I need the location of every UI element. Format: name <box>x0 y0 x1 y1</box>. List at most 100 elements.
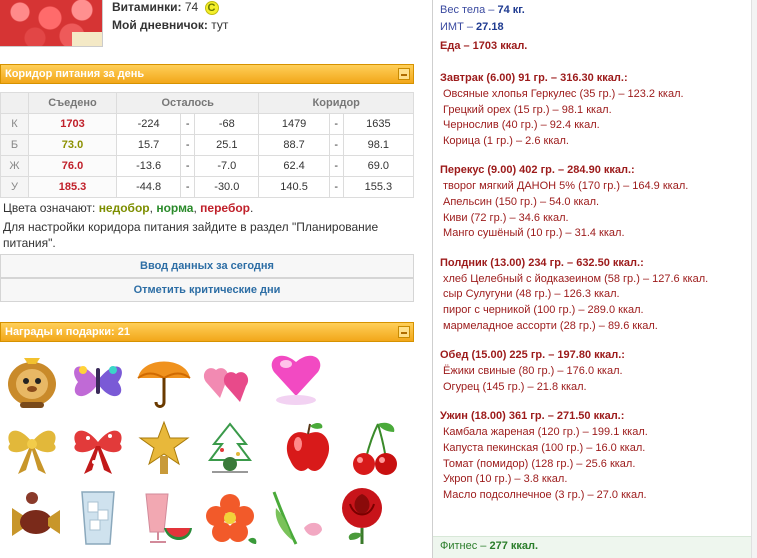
scrollbar[interactable] <box>751 0 757 558</box>
corridor-max: 98.1 <box>342 134 415 156</box>
avatar[interactable] <box>0 0 103 47</box>
legend-norm: норма <box>156 201 194 215</box>
corridor-eaten-value: 1703 <box>28 113 117 135</box>
bmi-value: 27.18 <box>476 21 504 33</box>
corridor-max: 1635 <box>342 113 415 135</box>
corridor-row-label: Ж <box>0 155 29 177</box>
corridor-dash: - <box>180 113 195 135</box>
meal-item: Чернослив (40 гр.) – 92.4 ккал. <box>443 119 600 132</box>
enter-today-data-button[interactable]: Ввод данных за сегодня <box>0 254 414 278</box>
meal-item: Масло подсолнечное (3 гр.) – 27.0 ккал. <box>443 488 647 501</box>
collapse-icon[interactable] <box>398 68 410 80</box>
red-rose-icon[interactable] <box>332 484 392 544</box>
meal-item: Манго сушёный (10 гр.) – 31.4 ккал. <box>443 227 625 240</box>
ice-glass-icon[interactable] <box>68 488 128 548</box>
meal-title: Полдник (13.00) 234 гр. – 632.50 ккал.: <box>440 256 644 269</box>
corridor-left-max: -7.0 <box>194 155 260 177</box>
corridor-eaten-value: 185.3 <box>28 176 117 198</box>
gifts-panel-header: Награды и подарки: 21 <box>0 322 414 342</box>
tulip-icon[interactable] <box>266 488 326 548</box>
meal-item: Корица (1 гр.) – 2.6 ккал. <box>443 134 569 147</box>
red-apple-icon[interactable] <box>278 418 338 478</box>
diary-column: Вес тела – 74 кг. ИМТ – 27.18 Еда – 1703… <box>432 0 757 558</box>
collapse-icon[interactable] <box>398 326 410 338</box>
corridor-left-min: -44.8 <box>115 176 182 198</box>
corridor-panel-header: Коридор питания за день <box>0 64 414 84</box>
corridor-dash: - <box>329 113 344 135</box>
gold-bow-icon[interactable] <box>2 418 62 478</box>
corridor-left-min: 15.7 <box>115 134 182 156</box>
diary-link[interactable]: тут <box>211 18 228 32</box>
watermelon-drink-icon[interactable] <box>134 488 194 548</box>
bmi-row: ИМТ – 27.18 <box>440 21 504 33</box>
corridor-header-eaten: Съедено <box>28 92 117 114</box>
vitamins-label: Витаминки: <box>112 0 182 14</box>
corridor-table: Съедено Осталось Коридор К 1703 -224- -68 14… <box>0 92 415 198</box>
corridor-dash: - <box>180 155 195 177</box>
fitness-label: Фитнес – <box>440 540 487 552</box>
food-total: Еда – 1703 ккал. <box>440 40 528 52</box>
meal-item: Камбала жареная (120 гр.) – 199.1 ккал. <box>443 426 648 439</box>
meal-title: Перекус (9.00) 402 гр. – 284.90 ккал.: <box>440 164 635 177</box>
corridor-hint: Для настройки коридора питания зайдите в… <box>3 220 379 250</box>
pink-heart-icon[interactable] <box>266 346 326 406</box>
corridor-dash: - <box>329 155 344 177</box>
bmi-label: ИМТ – <box>440 21 473 33</box>
gold-star-icon[interactable] <box>134 418 194 478</box>
meal-item: хлеб Целебный с йодказеином (58 гр.) – 1… <box>443 272 709 285</box>
meal-item: Огурец (145 гр.) – 21.8 ккал. <box>443 380 587 393</box>
corridor-left-max: 25.1 <box>194 134 260 156</box>
meal-item: Овсяные хлопья Геркулес (35 гр.) – 123.2… <box>443 88 684 100</box>
corridor-row: К 1703 -224- -68 1479-1635 <box>0 113 415 135</box>
corridor-dash: - <box>329 176 344 198</box>
corridor-min: 1479 <box>258 113 330 135</box>
cherries-icon[interactable] <box>344 418 404 478</box>
corridor-left-min: -224 <box>115 113 182 135</box>
corridor-dash: - <box>180 134 195 156</box>
meal-item: Апельсин (150 гр.) – 54.0 ккал. <box>443 196 600 208</box>
corridor-left-max: -30.0 <box>194 176 260 198</box>
candy-icon[interactable] <box>2 488 62 548</box>
christmas-tree-icon[interactable] <box>200 418 260 478</box>
meal-item: Томат (помидор) (128 гр.) – 25.6 ккал. <box>443 457 636 470</box>
umbrella-icon[interactable] <box>134 350 194 410</box>
corridor-min: 140.5 <box>258 176 330 198</box>
corridor-max: 155.3 <box>342 176 415 198</box>
legend-prefix: Цвета означают: <box>3 201 96 215</box>
corridor-left-max: -68 <box>194 113 260 135</box>
meal-item: Укроп (10 гр.) – 3.8 ккал. <box>443 473 568 486</box>
corridor-min: 62.4 <box>258 155 330 177</box>
weight-label: Вес тела – <box>440 4 495 16</box>
meal-item: сыр Сулугуни (48 гр.) – 126.3 ккал. <box>443 288 620 301</box>
meal-item: Капуста пекинская (100 гр.) – 16.0 ккал. <box>443 442 646 454</box>
corridor-left-min: -13.6 <box>115 155 182 177</box>
two-hearts-icon[interactable] <box>200 350 260 410</box>
corridor-eaten-value: 76.0 <box>28 155 117 177</box>
corridor-min: 88.7 <box>258 134 330 156</box>
legend-sep-2: , <box>193 201 197 215</box>
red-bow-icon[interactable] <box>68 418 128 478</box>
meal-item: мармеладное ассорти (28 гр.) – 89.6 ккал… <box>443 319 658 332</box>
fitness-row: Фитнес – 277 ккал. <box>440 540 538 552</box>
corridor-row: У 185.3 -44.8- -30.0 140.5-155.3 <box>0 176 415 198</box>
corridor-row-label: К <box>0 113 29 135</box>
corridor-dash: - <box>329 134 344 156</box>
meal-title: Ужин (18.00) 361 гр. – 271.50 ккал.: <box>440 410 625 423</box>
flower-icon[interactable] <box>200 488 260 548</box>
legend-sep-1: , <box>149 201 153 215</box>
meal-item: Киви (72 гр.) – 34.6 ккал. <box>443 211 569 224</box>
avatar-frame-corner <box>72 32 102 46</box>
vitamin-c-icon: C <box>204 1 219 15</box>
legend-end: . <box>250 201 254 215</box>
lion-toy-icon[interactable] <box>2 350 62 410</box>
fitness-value: 277 ккал. <box>489 540 539 552</box>
corridor-header-row: Съедено Осталось Коридор <box>0 92 414 114</box>
meal-item: Ёжики свиные (80 гр.) – 176.0 ккал. <box>443 365 623 378</box>
mark-critical-days-button[interactable]: Отметить критические дни <box>0 278 414 302</box>
gifts-panel-title: Награды и подарки: 21 <box>5 326 130 338</box>
weight-value: 74 кг. <box>497 4 525 16</box>
butterfly-icon[interactable] <box>68 350 128 410</box>
corridor-row: Б 73.0 15.7-25.1 88.7-98.1 <box>0 134 415 156</box>
corridor-dash: - <box>180 176 195 198</box>
left-column: Витаминки: 74 C Мой дневничок: тут Корид… <box>0 0 417 558</box>
